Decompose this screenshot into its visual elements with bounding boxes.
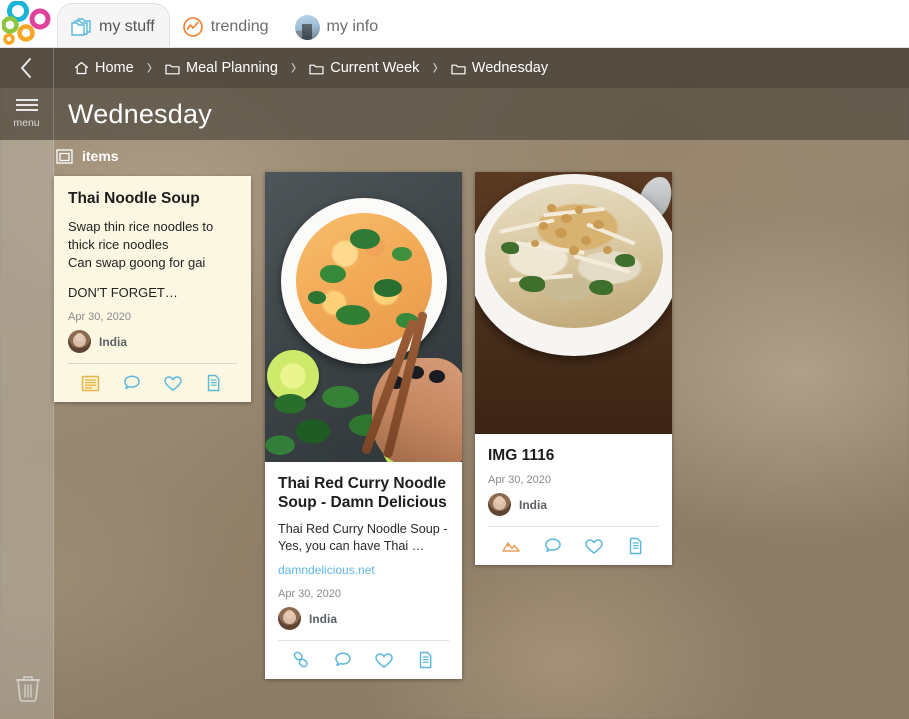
menu-button[interactable]: menu <box>0 88 54 140</box>
copy-icon[interactable] <box>194 373 235 393</box>
app-window: my stuff trending my info Home › Meal Pl… <box>0 0 909 719</box>
note-glyph-icon <box>81 375 100 391</box>
breadcrumb-separator: › <box>290 54 297 81</box>
heart-icon[interactable] <box>574 537 616 556</box>
folder-icon <box>309 64 324 74</box>
image-card-author-name: India <box>519 497 548 512</box>
note-card-actions <box>68 363 237 402</box>
breadcrumb-separator: › <box>146 54 153 81</box>
comment-glyph-icon <box>334 652 351 667</box>
copy-glyph-icon <box>419 651 432 669</box>
items-section-header: items <box>0 140 909 172</box>
image-card-thumbnail <box>475 172 672 434</box>
copy-glyph-icon <box>208 374 220 392</box>
comment-icon[interactable] <box>322 650 364 670</box>
breadcrumb-separator: › <box>432 54 438 81</box>
image-card[interactable]: IMG 1116 Apr 30, 2020 India <box>475 172 672 565</box>
note-icon[interactable] <box>70 374 111 393</box>
folder-icon <box>451 64 466 74</box>
image-card-date: Apr 30, 2020 <box>488 474 551 486</box>
tab-trending[interactable]: trending <box>170 7 283 47</box>
tab-my-stuff[interactable]: my stuff <box>57 3 170 47</box>
heart-icon[interactable] <box>153 374 194 393</box>
tab-my-info-label: my info <box>326 18 379 35</box>
breadcrumb-item-meal-planning-label: Meal Planning <box>186 60 278 76</box>
link-card-author: India <box>278 607 449 630</box>
image-card-title: IMG 1116 <box>488 447 555 464</box>
note-card-author: India <box>68 330 237 353</box>
copy-icon[interactable] <box>615 536 657 556</box>
link-card-author-name: India <box>309 611 338 626</box>
hamburger-icon <box>15 99 38 111</box>
link-card[interactable]: Thai Red Curry Noodle Soup - Damn Delici… <box>265 172 462 679</box>
comment-icon[interactable] <box>111 373 152 393</box>
comment-icon[interactable] <box>532 536 574 556</box>
colored-rings-logo[interactable] <box>0 0 57 47</box>
avatar <box>488 493 511 516</box>
trash-button[interactable] <box>15 674 41 707</box>
breadcrumb-bar: Home › Meal Planning › Current Week › We… <box>0 48 909 88</box>
folders-icon <box>71 17 91 36</box>
heart-glyph-icon <box>164 375 182 391</box>
user-avatar <box>294 14 320 40</box>
image-card-actions <box>488 526 659 565</box>
image-icon[interactable] <box>490 537 532 555</box>
page-title: Wednesday <box>68 98 212 129</box>
link-glyph-icon <box>293 651 308 668</box>
left-rail <box>0 140 54 719</box>
tab-trending-label: trending <box>210 18 269 35</box>
items-window-icon <box>56 148 73 164</box>
link-card-thumbnail <box>265 172 462 462</box>
breadcrumb-item-home[interactable]: Home <box>68 58 140 78</box>
link-card-description: Thai Red Curry Noodle Soup - Yes, you ca… <box>278 522 448 553</box>
breadcrumb: Home › Meal Planning › Current Week › We… <box>54 55 554 80</box>
copy-icon[interactable] <box>405 650 447 670</box>
tab-my-info[interactable]: my info <box>283 7 393 47</box>
breadcrumb-item-meal-planning[interactable]: Meal Planning <box>159 58 284 78</box>
note-card-title: Thai Noodle Soup <box>68 190 200 207</box>
items-section-label: items <box>82 148 119 164</box>
title-bar: menu Wednesday <box>0 88 909 140</box>
heart-glyph-icon <box>585 538 604 554</box>
comment-glyph-icon <box>124 375 140 390</box>
trash-icon <box>15 676 41 702</box>
heart-glyph-icon <box>375 652 394 668</box>
copy-glyph-icon <box>629 537 642 555</box>
avatar <box>278 607 301 630</box>
image-glyph-icon <box>502 542 520 552</box>
note-card-date: Apr 30, 2020 <box>68 311 131 323</box>
breadcrumb-item-current-week-label: Current Week <box>330 60 420 76</box>
tab-my-stuff-label: my stuff <box>99 17 155 35</box>
note-card-secondary-text: DON'T FORGET… <box>68 285 178 300</box>
link-card-actions <box>278 640 449 679</box>
link-icon[interactable] <box>280 650 322 670</box>
top-tab-bar: my stuff trending my info <box>0 0 909 48</box>
link-card-url[interactable]: damndelicious.net <box>278 563 449 577</box>
items-grid: Thai Noodle Soup Swap thin rice noodles … <box>54 172 909 719</box>
avatar <box>68 330 91 353</box>
note-card-author-name: India <box>99 334 128 349</box>
folder-icon <box>165 64 180 74</box>
chevron-left-icon <box>21 58 31 78</box>
heart-icon[interactable] <box>364 651 406 670</box>
breadcrumb-item-wednesday-label: Wednesday <box>471 60 549 76</box>
breadcrumb-item-current-week[interactable]: Current Week <box>303 58 425 78</box>
image-card-author: India <box>488 493 659 516</box>
menu-button-label: menu <box>13 117 40 129</box>
link-card-date: Apr 30, 2020 <box>278 588 341 600</box>
logo-rings-icon <box>2 1 51 45</box>
comment-glyph-icon <box>544 538 561 553</box>
note-card[interactable]: Thai Noodle Soup Swap thin rice noodles … <box>54 176 251 402</box>
breadcrumb-item-home-label: Home <box>95 60 134 76</box>
note-card-body: Swap thin rice noodles to thick rice noo… <box>68 219 214 270</box>
breadcrumb-item-wednesday[interactable]: Wednesday <box>445 58 554 78</box>
trending-icon <box>182 17 203 37</box>
link-card-title: Thai Red Curry Noodle Soup - Damn Delici… <box>278 475 447 511</box>
back-button[interactable] <box>0 48 54 88</box>
home-icon <box>74 61 89 75</box>
